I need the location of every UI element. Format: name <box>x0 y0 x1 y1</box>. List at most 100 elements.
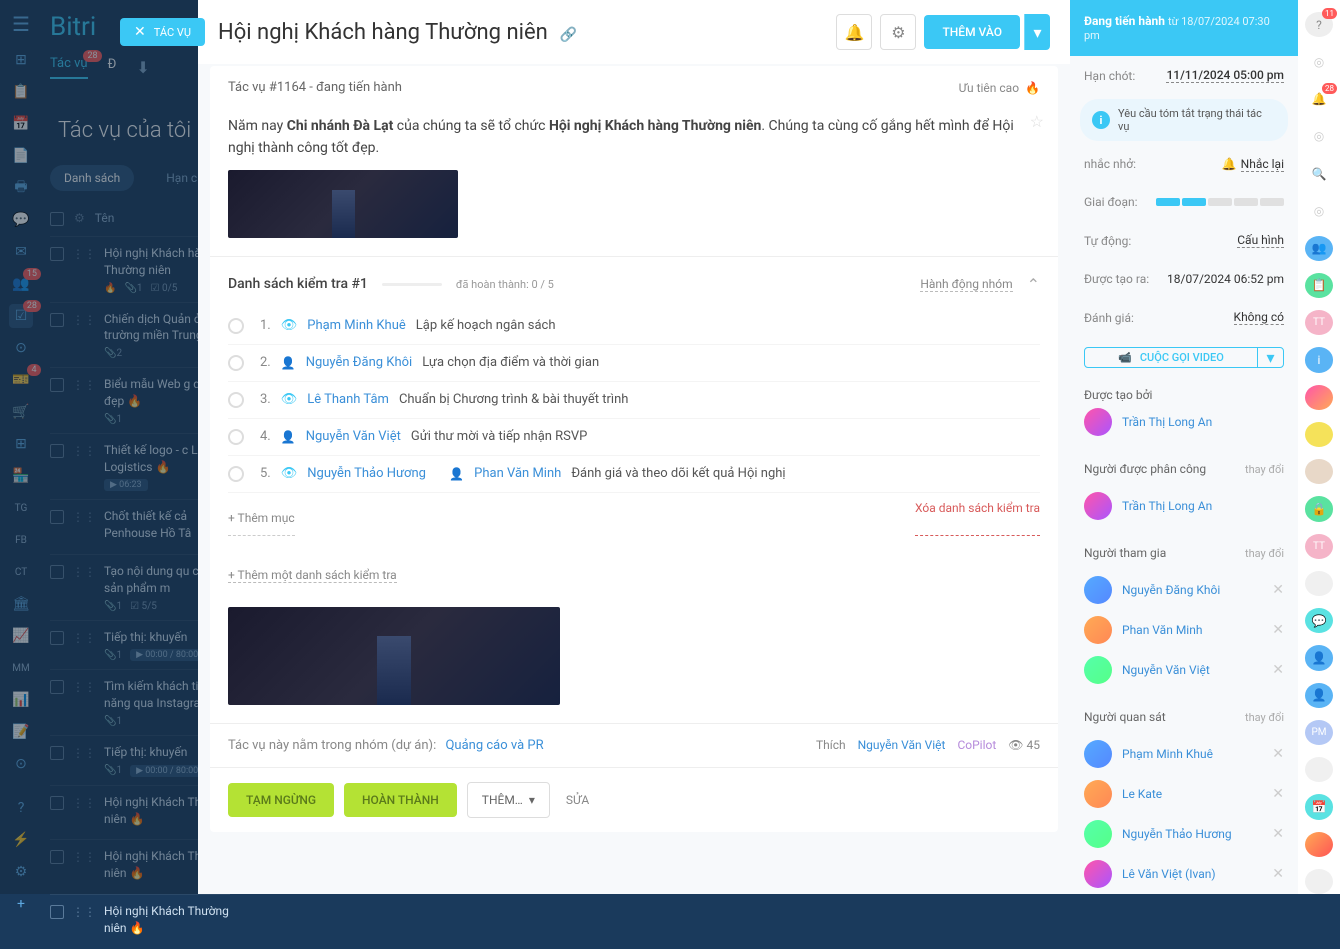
project-label: Tác vụ này nằm trong nhóm (dự án): <box>228 738 436 753</box>
rail-avatar[interactable] <box>1305 385 1333 410</box>
add-dropdown[interactable]: ▾ <box>1024 14 1050 50</box>
person-icon: 👤 <box>281 356 296 370</box>
check-circle[interactable] <box>228 466 244 482</box>
video-icon: 📹 <box>1118 351 1132 364</box>
rail-avatar[interactable] <box>1305 422 1333 447</box>
check-circle[interactable] <box>228 429 244 445</box>
person-row[interactable]: Nguyễn Đăng Khôi✕ <box>1084 570 1284 610</box>
person-icon: 👤 <box>281 430 296 444</box>
rating-value[interactable]: Không có <box>1234 310 1284 325</box>
rail-avatar[interactable] <box>1305 459 1333 484</box>
avatar <box>1084 616 1112 644</box>
rail-avatar[interactable]: 📋 <box>1305 273 1333 298</box>
rail-avatar[interactable]: PM <box>1305 720 1333 745</box>
remove-icon[interactable]: ✕ <box>1272 826 1284 842</box>
add-checklist[interactable]: + Thêm một danh sách kiểm tra <box>228 568 397 583</box>
rail-avatar[interactable]: 🔒 <box>1305 496 1333 521</box>
remove-icon[interactable]: ✕ <box>1272 866 1284 882</box>
add-item[interactable]: + Thêm mục <box>228 501 295 536</box>
person-row[interactable]: Le Kate✕ <box>1084 774 1284 814</box>
rail-avatar[interactable]: 👤 <box>1305 645 1333 670</box>
video-call-button[interactable]: 📹CUỘC GỌI VIDEO ▾ <box>1084 347 1284 368</box>
deadline-value[interactable]: 11/11/2024 05:00 pm <box>1166 68 1284 83</box>
rail-avatar[interactable]: 👥 <box>1305 236 1333 261</box>
remove-icon[interactable]: ✕ <box>1272 746 1284 762</box>
status-request[interactable]: i Yêu cầu tóm tắt trạng thái tác vụ <box>1080 99 1288 141</box>
rail-avatar[interactable]: 📅 <box>1305 794 1333 819</box>
rail-avatar[interactable]: TT <box>1305 310 1333 335</box>
more-button[interactable]: THÊM… ▾ <box>467 782 550 818</box>
attached-image-2[interactable] <box>228 607 560 705</box>
remove-icon[interactable]: ✕ <box>1272 662 1284 678</box>
priority-badge: Ưu tiên cao 🔥 <box>959 81 1040 95</box>
close-button[interactable]: ✕ TÁC VỤ <box>120 18 205 46</box>
assigned-label: Người được phân công <box>1084 462 1206 476</box>
person-row[interactable]: Trần Thị Long An <box>1084 402 1284 442</box>
remove-icon[interactable]: ✕ <box>1272 786 1284 802</box>
task-row[interactable]: ⋮⋮Hội nghị Khách Thường niên 🔥 <box>50 894 230 949</box>
attached-image[interactable] <box>228 170 458 238</box>
auto-value[interactable]: Cấu hình <box>1237 233 1284 248</box>
change-link[interactable]: thay đổi <box>1245 711 1284 724</box>
delete-checklist[interactable]: Xóa danh sách kiểm tra <box>915 501 1040 536</box>
rail-help[interactable]: ?11 <box>1305 12 1333 37</box>
settings-button[interactable]: ⚙ <box>880 14 916 50</box>
deadline-label: Hạn chót: <box>1084 69 1135 83</box>
rail-avatar[interactable]: 💬 <box>1305 608 1333 633</box>
checklist-item[interactable]: 4. 👤 Nguyễn Văn Việt Gửi thư mời và tiếp… <box>228 419 1040 456</box>
rail-avatar[interactable] <box>1305 869 1333 894</box>
chevron-down-icon: ▾ <box>529 793 535 807</box>
collapse-icon[interactable]: ⌃ <box>1027 275 1040 294</box>
rail-avatar[interactable]: i <box>1305 347 1333 372</box>
person-row[interactable]: Phạm Minh Khuê✕ <box>1084 734 1284 774</box>
person-row[interactable]: Phan Văn Minh✕ <box>1084 610 1284 650</box>
remind-value[interactable]: 🔔Nhắc lại <box>1222 157 1284 171</box>
rail-avatar[interactable] <box>1305 757 1333 782</box>
avatar <box>1084 656 1112 684</box>
check-circle[interactable] <box>228 392 244 408</box>
checklist-item[interactable]: 3. 👁 Lê Thanh Tâm Chuẩn bị Chương trình … <box>228 382 1040 419</box>
check-circle[interactable] <box>228 355 244 371</box>
checklist-item[interactable]: 5. 👁 Nguyễn Thảo Hương 👤 Phan Văn Minh Đ… <box>228 456 1040 493</box>
star-icon[interactable]: ☆ <box>1030 109 1044 135</box>
checklist-item[interactable]: 2. 👤 Nguyễn Đăng Khôi Lựa chọn địa điểm … <box>228 345 1040 382</box>
rail-item[interactable]: ◎ <box>1305 124 1333 149</box>
rail-item[interactable]: ◎ <box>1305 49 1333 74</box>
bell-button[interactable]: 🔔 <box>836 14 872 50</box>
liker-name[interactable]: Nguyễn Văn Việt <box>858 738 946 752</box>
rail-avatar[interactable] <box>1305 832 1333 857</box>
person-row[interactable]: Trần Thị Long An <box>1084 486 1284 526</box>
video-dropdown[interactable]: ▾ <box>1257 348 1283 367</box>
nav-add[interactable]: + <box>9 892 33 916</box>
rail-item[interactable]: ◎ <box>1305 198 1333 223</box>
link-icon[interactable]: 🔗 <box>560 27 577 43</box>
eye-icon: 👁 <box>281 318 298 333</box>
rail-search[interactable]: 🔍 <box>1305 161 1333 186</box>
checklist-item[interactable]: 1. 👁 Phạm Minh Khuê Lập kế hoạch ngân sá… <box>228 308 1040 345</box>
edit-button[interactable]: SỬA <box>566 793 589 807</box>
remove-icon[interactable]: ✕ <box>1272 582 1284 598</box>
copilot-link[interactable]: CoPilot <box>957 738 996 752</box>
remove-icon[interactable]: ✕ <box>1272 622 1284 638</box>
person-row[interactable]: Nguyễn Thảo Hương✕ <box>1084 814 1284 854</box>
complete-button[interactable]: HOÀN THÀNH <box>344 783 457 817</box>
avatar <box>1084 780 1112 808</box>
rail-bell[interactable]: 🔔28 <box>1305 87 1333 112</box>
add-button[interactable]: THÊM VÀO <box>924 15 1020 49</box>
person-row[interactable]: Lê Văn Việt (Ivan)✕ <box>1084 854 1284 894</box>
stage-bar[interactable] <box>1156 198 1284 206</box>
views: 👁 45 <box>1008 738 1040 752</box>
rail-avatar[interactable]: TT <box>1305 534 1333 559</box>
change-link[interactable]: thay đổi <box>1245 547 1284 560</box>
check-circle[interactable] <box>228 318 244 334</box>
group-action[interactable]: Hành động nhóm <box>920 277 1012 292</box>
rail-avatar[interactable]: 👤 <box>1305 683 1333 708</box>
task-checkbox[interactable] <box>50 905 64 919</box>
rail-avatar[interactable] <box>1305 571 1333 596</box>
change-link[interactable]: thay đổi <box>1245 463 1284 476</box>
person-row[interactable]: Nguyễn Văn Việt✕ <box>1084 650 1284 690</box>
project-link[interactable]: Quảng cáo và PR <box>445 738 543 753</box>
pause-button[interactable]: TẠM NGỪNG <box>228 783 334 817</box>
drag-icon[interactable]: ⋮⋮ <box>72 905 96 919</box>
like-button[interactable]: Thích <box>816 738 846 752</box>
